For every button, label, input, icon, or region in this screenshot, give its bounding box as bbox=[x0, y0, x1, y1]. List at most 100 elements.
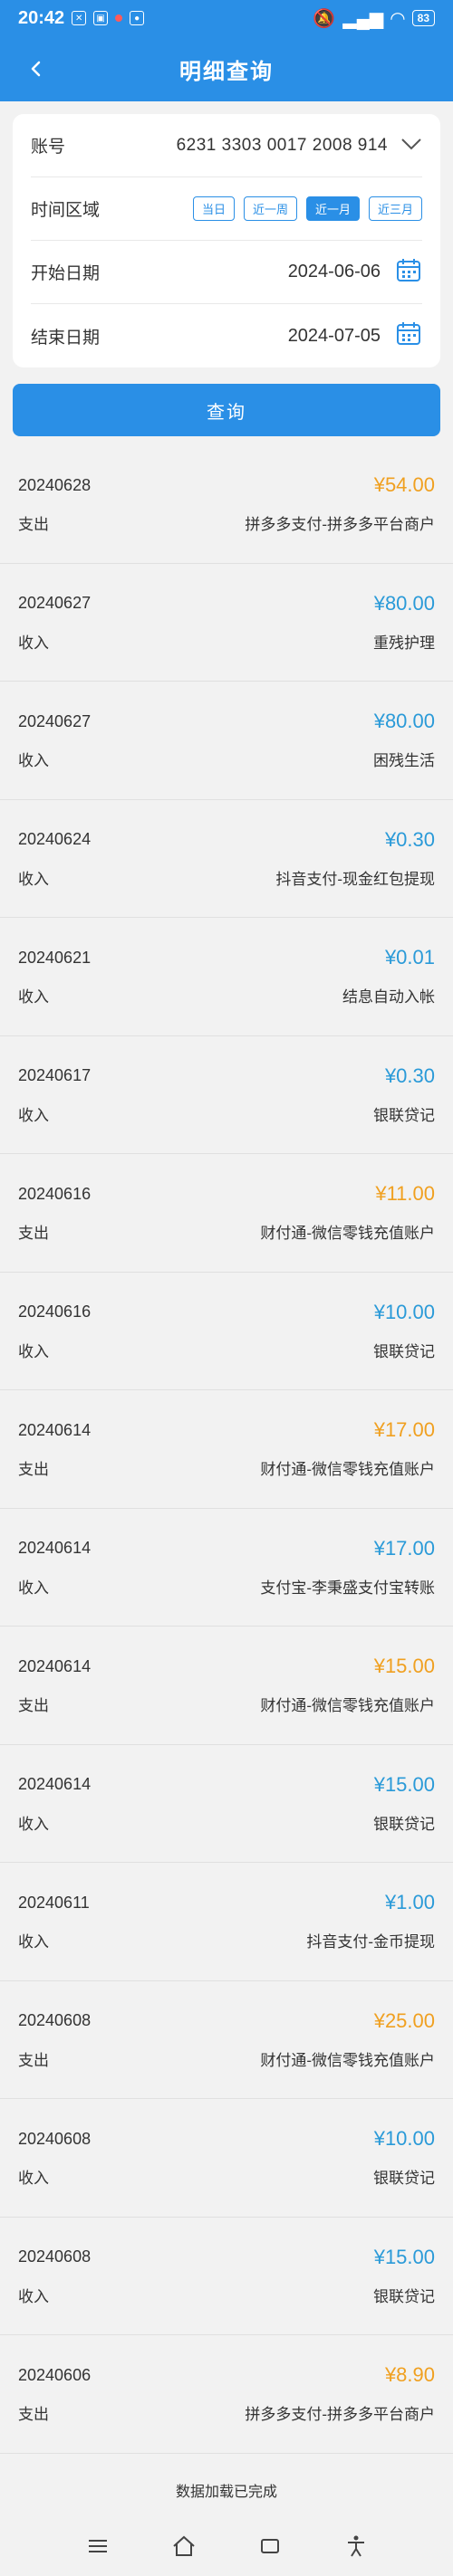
transaction-description: 银联贷记 bbox=[373, 1342, 435, 1360]
transaction-type: 支出 bbox=[18, 1225, 49, 1243]
transaction-type: 支出 bbox=[18, 516, 49, 534]
transaction-amount: ¥15.00 bbox=[373, 2245, 435, 2268]
wifi-icon: ◠ bbox=[390, 8, 405, 29]
transaction-row[interactable]: 20240616 ¥10.00 收入 银联贷记 bbox=[0, 1273, 453, 1390]
end-date-row[interactable]: 结束日期 2024-07-05 bbox=[31, 304, 422, 367]
transaction-row[interactable]: 20240627 ¥80.00 收入 重残护理 bbox=[0, 564, 453, 682]
transaction-type: 收入 bbox=[18, 2170, 49, 2188]
transaction-row[interactable]: 20240624 ¥0.30 收入 抖音支付-现金红包提现 bbox=[0, 800, 453, 918]
transaction-type: 支出 bbox=[18, 1461, 49, 1479]
transaction-amount: ¥10.00 bbox=[373, 1300, 435, 1323]
transaction-row[interactable]: 20240616 ¥11.00 支出 财付通-微信零钱充值账户 bbox=[0, 1154, 453, 1273]
transaction-description: 财付通-微信零钱充值账户 bbox=[260, 1225, 435, 1243]
chevron-down-icon bbox=[400, 136, 422, 156]
calendar-icon[interactable] bbox=[395, 320, 422, 352]
transaction-list: 20240628 ¥54.00 支出 拼多多支付-拼多多平台商户 20240627 ¥80… bbox=[0, 445, 453, 2454]
status-bar: 20:42 ✕ ▣ ● 🔕 ▂▄▆ ◠ 83 bbox=[0, 0, 453, 36]
transaction-description: 银联贷记 bbox=[373, 2170, 435, 2188]
page-title: 明细查询 bbox=[179, 59, 274, 84]
system-nav-bar bbox=[0, 2520, 453, 2576]
account-select[interactable]: 6231 3303 0017 2008 914 bbox=[177, 136, 422, 156]
transaction-type: 收入 bbox=[18, 1342, 49, 1360]
transaction-date: 20240606 bbox=[18, 2365, 92, 2384]
transaction-date: 20240614 bbox=[18, 1775, 92, 1794]
transaction-description: 抖音支付-现金红包提现 bbox=[275, 870, 435, 888]
start-date-label: 开始日期 bbox=[31, 264, 101, 283]
transaction-amount: ¥10.00 bbox=[373, 2127, 435, 2151]
start-date-row[interactable]: 开始日期 2024-06-06 bbox=[31, 241, 422, 304]
end-date-value: 2024-07-05 bbox=[287, 325, 381, 346]
transaction-row[interactable]: 20240608 ¥15.00 收入 银联贷记 bbox=[0, 2218, 453, 2335]
transaction-date: 20240616 bbox=[18, 1302, 92, 1321]
range-quarter-button[interactable]: 近三月 bbox=[368, 196, 422, 221]
query-form: 账号 6231 3303 0017 2008 914 时间区域 当日 近一周 近… bbox=[13, 114, 440, 367]
notification-red-icon bbox=[115, 14, 123, 22]
transaction-description: 抖音支付-金币提现 bbox=[306, 1933, 435, 1951]
transaction-row[interactable]: 20240614 ¥17.00 支出 财付通-微信零钱充值账户 bbox=[0, 1390, 453, 1509]
transaction-row[interactable]: 20240621 ¥0.01 收入 结息自动入帐 bbox=[0, 918, 453, 1036]
transaction-date: 20240621 bbox=[18, 948, 92, 967]
transaction-row[interactable]: 20240614 ¥15.00 收入 银联贷记 bbox=[0, 1745, 453, 1863]
accessibility-icon[interactable] bbox=[343, 2533, 369, 2563]
switch-icon[interactable] bbox=[257, 2533, 283, 2563]
transaction-row[interactable]: 20240608 ¥25.00 支出 财付通-微信零钱充值账户 bbox=[0, 1981, 453, 2099]
transaction-row[interactable]: 20240606 ¥8.90 支出 拼多多支付-拼多多平台商户 bbox=[0, 2335, 453, 2454]
transaction-date: 20240614 bbox=[18, 1539, 92, 1558]
range-week-button[interactable]: 近一周 bbox=[243, 196, 297, 221]
transaction-row[interactable]: 20240628 ¥54.00 支出 拼多多支付-拼多多平台商户 bbox=[0, 445, 453, 564]
app-header: 明细查询 bbox=[0, 36, 453, 101]
account-label: 账号 bbox=[31, 138, 66, 157]
range-row: 时间区域 当日 近一周 近一月 近三月 bbox=[31, 177, 422, 241]
transaction-type: 收入 bbox=[18, 1933, 49, 1951]
transaction-date: 20240614 bbox=[18, 1420, 92, 1439]
transaction-type: 支出 bbox=[18, 2051, 49, 2069]
menu-icon[interactable] bbox=[85, 2533, 111, 2563]
transaction-date: 20240614 bbox=[18, 1656, 92, 1675]
notification-x-icon: ✕ bbox=[72, 11, 87, 25]
transaction-amount: ¥54.00 bbox=[373, 473, 435, 497]
range-today-button[interactable]: 当日 bbox=[192, 196, 235, 221]
transaction-date: 20240608 bbox=[18, 2129, 92, 2148]
transaction-row[interactable]: 20240608 ¥10.00 收入 银联贷记 bbox=[0, 2099, 453, 2218]
home-icon[interactable] bbox=[171, 2533, 197, 2563]
transaction-row[interactable]: 20240611 ¥1.00 收入 抖音支付-金币提现 bbox=[0, 1863, 453, 1981]
signal-icon: ▂▄▆ bbox=[342, 8, 384, 29]
transaction-amount: ¥80.00 bbox=[373, 710, 435, 733]
range-label: 时间区域 bbox=[31, 201, 101, 220]
transaction-type: 收入 bbox=[18, 1815, 49, 1833]
transaction-row[interactable]: 20240627 ¥80.00 收入 困残生活 bbox=[0, 682, 453, 800]
transaction-amount: ¥0.30 bbox=[384, 827, 435, 851]
transaction-date: 20240611 bbox=[18, 1893, 90, 1912]
transaction-description: 支付宝-李秉盛支付宝转账 bbox=[260, 1579, 435, 1597]
transaction-description: 银联贷记 bbox=[373, 1106, 435, 1124]
account-row[interactable]: 账号 6231 3303 0017 2008 914 bbox=[31, 114, 422, 177]
transaction-description: 结息自动入帐 bbox=[342, 988, 435, 1007]
transaction-row[interactable]: 20240614 ¥15.00 支出 财付通-微信零钱充值账户 bbox=[0, 1627, 453, 1745]
calendar-icon[interactable] bbox=[395, 256, 422, 289]
transaction-row[interactable]: 20240617 ¥0.30 收入 银联贷记 bbox=[0, 1036, 453, 1154]
query-button[interactable]: 查询 bbox=[13, 384, 440, 436]
back-button[interactable] bbox=[24, 56, 49, 81]
transaction-date: 20240624 bbox=[18, 830, 92, 849]
transaction-type: 收入 bbox=[18, 870, 49, 888]
transaction-date: 20240616 bbox=[18, 1184, 92, 1203]
start-date-value: 2024-06-06 bbox=[287, 262, 381, 281]
transaction-description: 财付通-微信零钱充值账户 bbox=[260, 2051, 435, 2069]
transaction-description: 银联贷记 bbox=[373, 2287, 435, 2305]
transaction-type: 收入 bbox=[18, 752, 49, 770]
transaction-description: 财付通-微信零钱充值账户 bbox=[260, 1461, 435, 1479]
range-month-button[interactable]: 近一月 bbox=[305, 196, 360, 221]
battery-indicator: 83 bbox=[411, 10, 435, 26]
transaction-type: 收入 bbox=[18, 1106, 49, 1124]
transaction-type: 收入 bbox=[18, 634, 49, 652]
transaction-amount: ¥17.00 bbox=[373, 1418, 435, 1442]
transaction-type: 收入 bbox=[18, 1579, 49, 1597]
transaction-amount: ¥0.30 bbox=[384, 1064, 435, 1087]
mute-icon: 🔕 bbox=[313, 8, 336, 29]
transaction-row[interactable]: 20240614 ¥17.00 收入 支付宝-李秉盛支付宝转账 bbox=[0, 1509, 453, 1627]
transaction-amount: ¥1.00 bbox=[384, 1891, 435, 1914]
transaction-date: 20240627 bbox=[18, 594, 92, 613]
transaction-description: 困残生活 bbox=[373, 752, 435, 770]
transaction-amount: ¥15.00 bbox=[373, 1655, 435, 1678]
transaction-amount: ¥15.00 bbox=[373, 1772, 435, 1796]
